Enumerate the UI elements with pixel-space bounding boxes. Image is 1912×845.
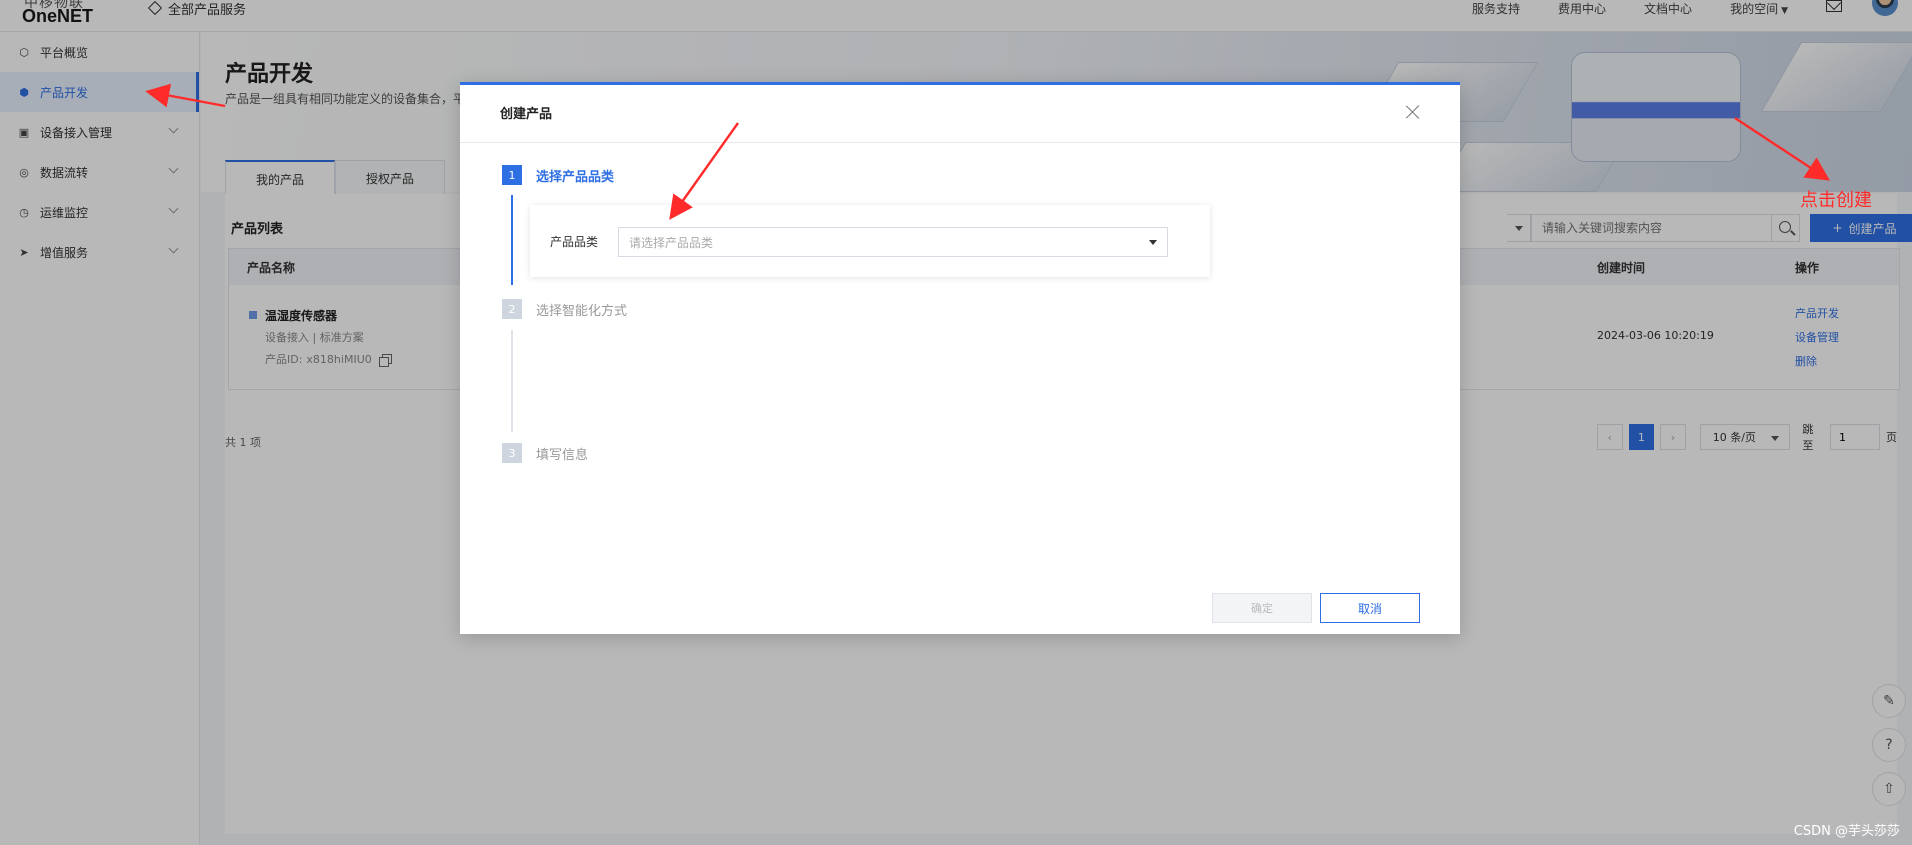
step-number: 3 bbox=[502, 443, 522, 463]
dialog-header: 创建产品 bbox=[460, 85, 1460, 143]
step-label: 填写信息 bbox=[536, 447, 589, 463]
step-label: 选择智能化方式 bbox=[536, 303, 628, 319]
watermark: CSDN @芋头莎莎 bbox=[1793, 824, 1900, 839]
create-product-dialog: 创建产品 1 选择产品品类 产品品类 请选择产品品类 2 选择智能化方式 3 填… bbox=[460, 82, 1460, 634]
close-icon[interactable] bbox=[1404, 103, 1422, 121]
annotation-text: 点击创建 bbox=[1800, 190, 1872, 211]
category-select[interactable]: 请选择产品品类 bbox=[618, 227, 1168, 257]
category-label: 产品品类 bbox=[550, 235, 599, 249]
cancel-button[interactable]: 取消 bbox=[1320, 593, 1420, 623]
step-1[interactable]: 1 选择产品品类 bbox=[502, 165, 614, 185]
step-label: 选择产品品类 bbox=[536, 169, 615, 185]
step-2[interactable]: 2 选择智能化方式 bbox=[502, 299, 627, 319]
step-connector bbox=[511, 195, 513, 285]
step-3[interactable]: 3 填写信息 bbox=[502, 443, 588, 463]
category-field-card: 产品品类 请选择产品品类 bbox=[530, 205, 1210, 277]
dialog-title: 创建产品 bbox=[500, 107, 553, 122]
step-connector bbox=[511, 330, 513, 432]
step-number: 1 bbox=[502, 165, 522, 185]
confirm-button[interactable]: 确定 bbox=[1212, 593, 1312, 623]
step-number: 2 bbox=[502, 299, 522, 319]
